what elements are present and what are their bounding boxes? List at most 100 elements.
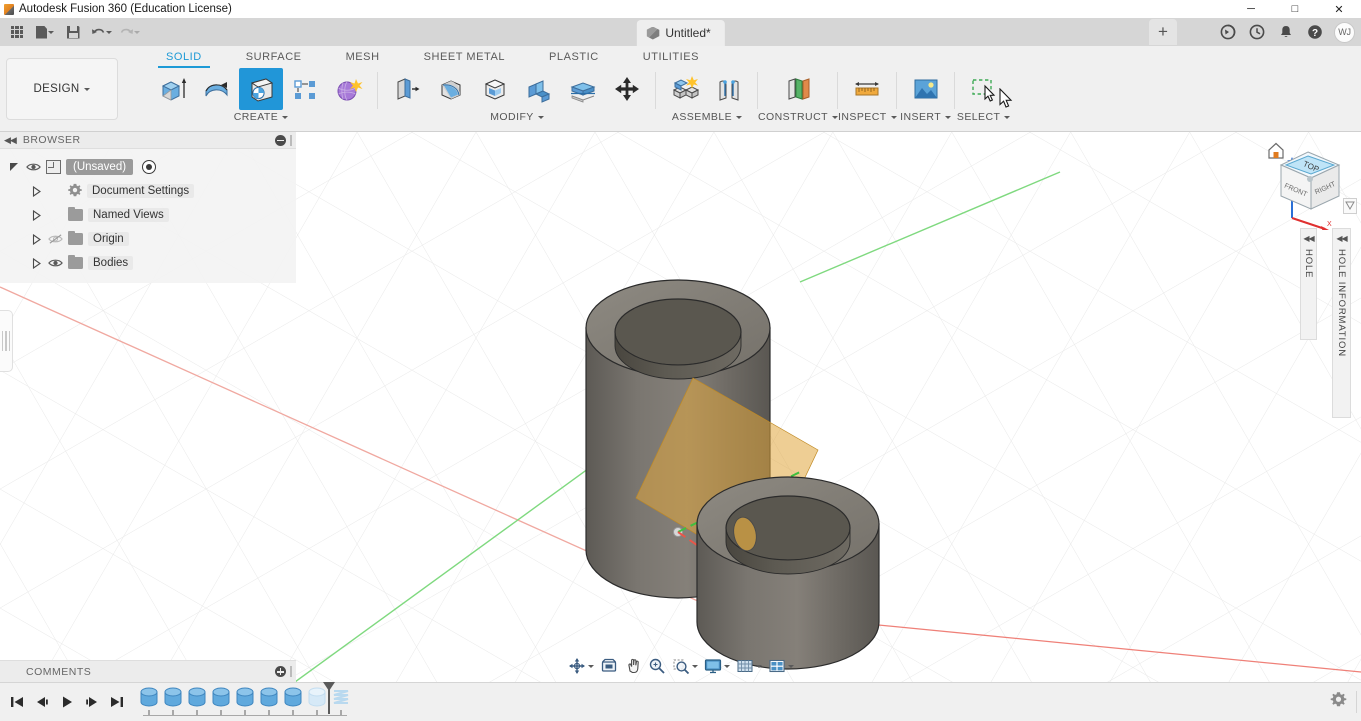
- fillet-tool[interactable]: [429, 68, 473, 110]
- undo-button[interactable]: [88, 20, 114, 44]
- ribbon-tab-solid[interactable]: SOLID: [144, 46, 224, 68]
- group-label-text: CREATE: [234, 111, 279, 123]
- document-tab[interactable]: Untitled*: [636, 20, 724, 46]
- expand-triangle-closed-icon[interactable]: [30, 185, 43, 198]
- split-face-tool[interactable]: [561, 68, 605, 110]
- browser-item-bodies[interactable]: Bodies: [0, 251, 296, 275]
- browser-title: BROWSER: [23, 134, 81, 146]
- timeline-marker[interactable]: [328, 684, 330, 714]
- new-file-icon: [36, 26, 47, 39]
- ribbon-group-label[interactable]: CREATE: [234, 111, 289, 123]
- ribbon-group-label[interactable]: MODIFY: [490, 111, 544, 123]
- new-file-button[interactable]: [32, 20, 58, 44]
- close-window-button[interactable]: ✕: [1317, 0, 1361, 18]
- new-document-tab-button[interactable]: +: [1149, 19, 1177, 45]
- measure-tool[interactable]: [845, 68, 889, 110]
- pan-button[interactable]: [621, 654, 645, 678]
- insert-canvas-tool[interactable]: [904, 68, 948, 110]
- go-to-beginning-button[interactable]: [4, 687, 29, 717]
- create-form-tool[interactable]: [327, 68, 371, 110]
- timeline-settings-button[interactable]: [1330, 691, 1347, 713]
- panel-resize-grip[interactable]: [290, 666, 292, 677]
- tabbar-right-icons: ? WJ: [1215, 18, 1355, 46]
- ribbon-group-label[interactable]: INSERT: [900, 111, 951, 123]
- app-grid-button[interactable]: [4, 20, 30, 44]
- expand-triangle-open-icon[interactable]: [8, 161, 21, 174]
- ribbon-group-label[interactable]: CONSTRUCT: [758, 111, 838, 123]
- browser-item-named-views[interactable]: Named Views: [0, 203, 296, 227]
- add-comment-icon[interactable]: [275, 666, 286, 677]
- ribbon-tab-mesh[interactable]: MESH: [324, 46, 402, 68]
- panel-resize-grip[interactable]: [290, 135, 292, 146]
- eye-visible-icon[interactable]: [26, 161, 41, 174]
- ribbon-tab-sheet-metal[interactable]: SHEET METAL: [402, 46, 527, 68]
- play-button[interactable]: [54, 687, 79, 717]
- group-label-text: MODIFY: [490, 111, 534, 123]
- press-pull-tool[interactable]: [385, 68, 429, 110]
- user-avatar[interactable]: WJ: [1334, 22, 1355, 43]
- grid-snaps-button[interactable]: [733, 654, 765, 678]
- step-back-button[interactable]: [29, 687, 54, 717]
- workspace-selector[interactable]: DESIGN: [6, 58, 118, 120]
- timeline-playback-controls: [0, 687, 129, 717]
- save-button[interactable]: [60, 20, 86, 44]
- recent-activity-button[interactable]: [1244, 19, 1270, 45]
- move-copy-tool[interactable]: [605, 68, 649, 110]
- job-status-button[interactable]: [1215, 19, 1241, 45]
- shell-tool[interactable]: [473, 68, 517, 110]
- ribbon-group-label[interactable]: INSPECT: [838, 111, 897, 123]
- step-forward-button[interactable]: [79, 687, 104, 717]
- joint-tool[interactable]: [707, 68, 751, 110]
- quick-access-toolbar: [0, 18, 146, 46]
- view-cube[interactable]: Z X TOP FRONT RIGHT: [1261, 134, 1353, 230]
- fit-view-button[interactable]: [597, 654, 621, 678]
- offset-plane-tool[interactable]: [776, 68, 820, 110]
- browser-item-document-settings[interactable]: Document Settings: [0, 179, 296, 203]
- panel-drag-handle[interactable]: [0, 310, 13, 372]
- minimize-button[interactable]: ─: [1229, 0, 1273, 18]
- expand-triangle-closed-icon[interactable]: [30, 257, 43, 270]
- go-to-end-button[interactable]: [104, 687, 129, 717]
- home-icon: [1269, 144, 1283, 159]
- maximize-button[interactable]: □: [1273, 0, 1317, 18]
- expand-triangle-closed-icon[interactable]: [30, 209, 43, 222]
- orbit-button[interactable]: [565, 654, 597, 678]
- chevron-down-icon: [48, 31, 54, 34]
- display-settings-button[interactable]: [701, 654, 733, 678]
- hole-information-panel-collapsed[interactable]: ◀◀ HOLE INFORMATION: [1332, 228, 1351, 418]
- ribbon-tab-surface[interactable]: SURFACE: [224, 46, 324, 68]
- pattern-tool[interactable]: [283, 68, 327, 110]
- zoom-button[interactable]: [645, 654, 669, 678]
- help-button[interactable]: ?: [1302, 19, 1328, 45]
- hole-tool[interactable]: [239, 68, 283, 110]
- viewport-navigation-bar: [565, 654, 797, 678]
- extrude-tool[interactable]: [151, 68, 195, 110]
- select-tool[interactable]: [962, 68, 1006, 110]
- collapse-icon[interactable]: ◀◀: [4, 135, 16, 146]
- chevron-down-icon: [134, 31, 140, 34]
- hole-panel-collapsed[interactable]: ◀◀ HOLE: [1300, 228, 1317, 340]
- eye-placeholder: [48, 209, 63, 222]
- comments-panel[interactable]: COMMENTS: [0, 660, 296, 682]
- chevron-down-icon: [788, 665, 794, 668]
- redo-button[interactable]: [116, 20, 142, 44]
- ribbon-group-label[interactable]: ASSEMBLE: [672, 111, 742, 123]
- revolve-tool[interactable]: [195, 68, 239, 110]
- ribbon-group-label[interactable]: SELECT: [957, 111, 1011, 123]
- ribbon-tab-utilities[interactable]: UTILITIES: [621, 46, 721, 68]
- browser-item-origin[interactable]: Origin: [0, 227, 296, 251]
- ribbon-tab-plastic[interactable]: PLASTIC: [527, 46, 621, 68]
- collapse-all-icon[interactable]: [275, 135, 286, 146]
- browser-item-unsaved[interactable]: (Unsaved): [0, 155, 296, 179]
- combine-tool[interactable]: [517, 68, 561, 110]
- timeline-track[interactable]: [137, 685, 353, 719]
- expand-triangle-closed-icon[interactable]: [30, 233, 43, 246]
- notifications-button[interactable]: [1273, 19, 1299, 45]
- activate-component-radio[interactable]: [142, 160, 156, 174]
- viewport-layout-button[interactable]: [765, 654, 797, 678]
- zoom-window-button[interactable]: [669, 654, 701, 678]
- eye-hidden-icon[interactable]: [48, 233, 63, 246]
- collapse-icon: ◀◀: [1303, 234, 1313, 243]
- new-component-tool[interactable]: [663, 68, 707, 110]
- eye-visible-icon[interactable]: [48, 257, 63, 270]
